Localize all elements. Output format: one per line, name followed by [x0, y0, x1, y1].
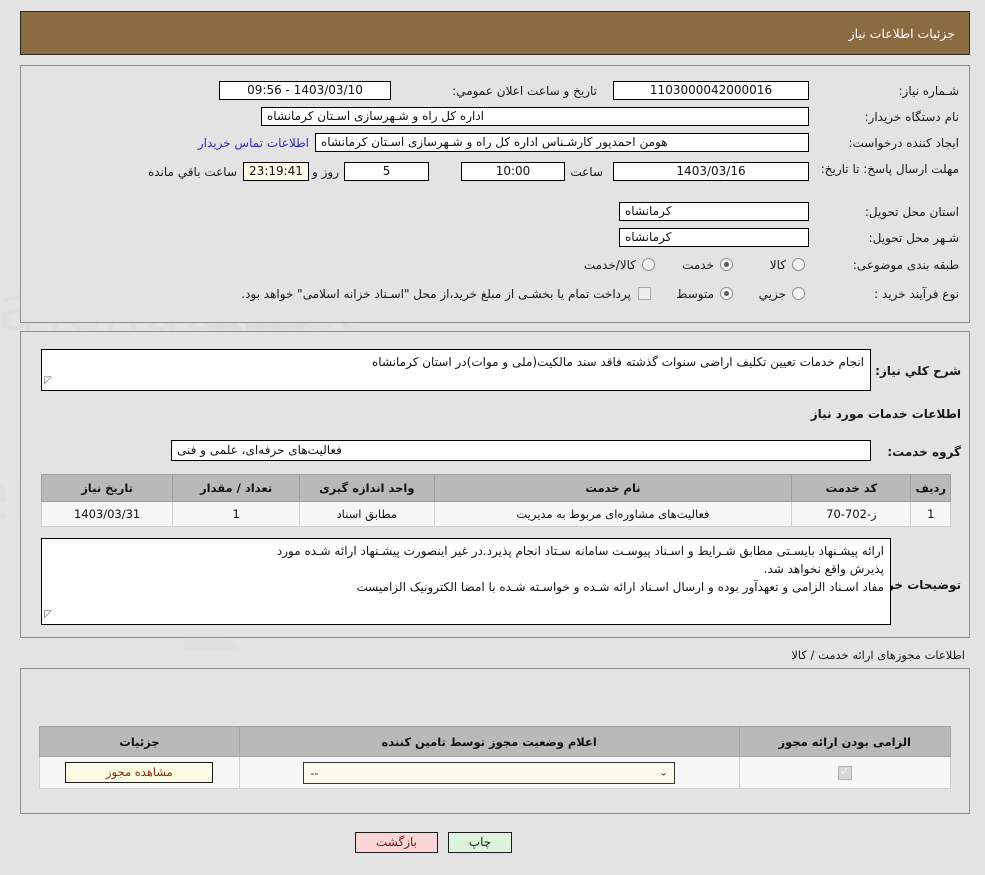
label-deadline: مهلت ارسال پاسخ: تا تاریخ: [820, 162, 959, 176]
checkbox-treasury-bonds[interactable] [638, 287, 651, 300]
label-public-announce: تاریخ و ساعت اعلان عمومي: [452, 84, 597, 98]
th-row-index: ردیف [910, 474, 951, 502]
buyer-notes-line-3: مفاد اسـناد الزامی و تعهدآور بوده و ارسا… [356, 580, 884, 594]
field-buyer-org[interactable]: اداره کل راه و شـهرسازی اسـتان کرمانشاه [261, 107, 809, 126]
cell-unit: مطابق اسناد [298, 501, 435, 527]
radio-label-category-kala-khedmat: کالا/خدمت [583, 258, 636, 272]
label-hour: ساعت [570, 165, 603, 179]
label-treasury-bonds: پرداخت تمام یا بخشـی از مبلغ خرید،از محل… [241, 287, 631, 301]
cell-permit-status: ⌄ -- [238, 756, 740, 789]
buyer-notes-line-2: پذیرش واقع نخواهد شد. [763, 562, 884, 576]
resize-grip-icon[interactable]: ◹ [44, 606, 52, 624]
label-delivery-city: شـهر محل تحویل: [868, 231, 959, 245]
radio-category-kala[interactable] [792, 258, 805, 271]
need-description-text: انجام خدمات تعیین تکلیف اراضی سنوات گذشت… [372, 355, 864, 369]
label-need-number: شـماره نیاز: [898, 84, 959, 98]
label-day-and: روز و [312, 165, 339, 179]
buyer-notes-textarea[interactable]: ارائه پیشـنهاد بایسـتی مطابق شـرایط و اس… [41, 538, 891, 625]
services-table-header-row: ردیف کد خدمت نام خدمت واحد اندازه گیری ت… [40, 474, 951, 502]
label-service-group: گروه خدمت: [887, 445, 961, 459]
cell-need-date: 1403/03/31 [40, 501, 174, 527]
need-details-panel: شرح کلي نیاز: انجام خدمات تعیین تکلیف ار… [20, 331, 970, 638]
field-days-remaining[interactable]: 5 [344, 162, 429, 181]
label-category: طبقه بندی موضوعی: [852, 258, 959, 272]
services-info-heading: اطلاعات خدمات مورد نیاز [810, 407, 961, 421]
cell-quantity: 1 [172, 501, 300, 527]
table-row: 1 ز-702-70 فعالیت‌های مشاوره‌ای مربوط به… [40, 501, 951, 527]
resize-grip-icon[interactable]: ◹ [44, 372, 52, 390]
radio-label-purchase-motavaset: متوسط [676, 287, 714, 301]
label-delivery-province: استان محل تحویل: [864, 205, 959, 219]
cell-service-name: فعالیت‌های مشاوره‌ای مربوط به مدیریت [433, 501, 793, 527]
field-public-announce[interactable]: 1403/03/10 - 09:56 [219, 81, 391, 100]
field-need-number[interactable]: 1103000042000016 [613, 81, 809, 100]
view-permit-button[interactable]: مشاهده مجوز [65, 762, 214, 783]
permit-status-value: -- [310, 765, 319, 780]
radio-label-purchase-jozei: جزیي [758, 287, 786, 301]
permits-panel: الزامی بودن ارائه مجوز اعلام وضعیت مجوز … [20, 668, 970, 814]
field-request-creator[interactable]: هومن احمدپور کارشـناس اداره کل راه و شـه… [315, 133, 809, 152]
th-quantity: تعداد / مقدار [172, 474, 300, 502]
th-permit-required: الزامی بودن ارائه مجوز [738, 726, 951, 757]
th-service-code: کد خدمت [791, 474, 912, 502]
need-description-textarea[interactable]: انجام خدمات تعیین تکلیف اراضی سنوات گذشت… [41, 349, 871, 391]
permits-table: الزامی بودن ارائه مجوز اعلام وضعیت مجوز … [39, 726, 951, 789]
label-buyer-org: نام دستگاه خریدار: [864, 110, 960, 124]
permit-status-select[interactable]: ⌄ -- [303, 761, 676, 784]
th-need-date: تاریخ نیاز [40, 474, 174, 502]
field-delivery-province[interactable]: کرمانشاه [619, 202, 809, 221]
label-request-creator: ایجاد کننده درخواست: [848, 136, 959, 150]
field-deadline-time[interactable]: 10:00 [461, 162, 565, 181]
field-time-remaining: 23:19:41 [243, 162, 309, 181]
cell-row-index: 1 [910, 501, 951, 527]
th-service-name: نام خدمت [433, 474, 793, 502]
th-permit-status: اعلام وضعیت مجوز توسط تامین کننده [238, 726, 740, 757]
label-purchase-type: نوع فرآیند خرید : [874, 287, 959, 301]
radio-category-kala-khedmat[interactable] [642, 258, 655, 271]
buyer-contact-link[interactable]: اطلاعات تماس خریدار [198, 136, 309, 150]
page-title-bar: جزئیات اطلاعات نیاز [20, 11, 970, 55]
permit-row: ⌄ -- مشاهده مجوز [39, 756, 951, 789]
field-deadline-date[interactable]: 1403/03/16 [613, 162, 809, 181]
page-title: جزئیات اطلاعات نیاز [848, 25, 955, 41]
label-need-description: شرح کلي نیاز: [875, 364, 961, 378]
page-root: AnaTender.net AnaTender.net جزئیات اطلاع… [0, 0, 985, 875]
radio-label-category-kala: کالا [769, 258, 786, 272]
th-permit-details: جزئیات [39, 726, 240, 757]
radio-category-khedmat[interactable] [720, 258, 733, 271]
need-summary-panel: شـماره نیاز: 1103000042000016 تاریخ و سا… [20, 65, 970, 323]
back-button[interactable]: بازگشت [355, 832, 438, 853]
field-delivery-city[interactable]: کرمانشاه [619, 228, 809, 247]
print-button[interactable]: چاپ [448, 832, 512, 853]
radio-label-category-khedmat: خدمت [682, 258, 714, 272]
chevron-down-icon: ⌄ [658, 766, 669, 779]
label-hours-remaining: ساعت باقي مانده [147, 165, 237, 179]
permits-table-header-row: الزامی بودن ارائه مجوز اعلام وضعیت مجوز … [39, 726, 951, 757]
cell-permit-details: مشاهده مجوز [39, 756, 240, 789]
th-unit: واحد اندازه گیری [298, 474, 435, 502]
buyer-notes-line-1: ارائه پیشـنهاد بایسـتی مطابق شـرایط و اس… [276, 544, 884, 558]
cell-service-code: ز-702-70 [791, 501, 912, 527]
services-table: ردیف کد خدمت نام خدمت واحد اندازه گیری ت… [40, 474, 951, 527]
radio-purchase-jozei[interactable] [792, 287, 805, 300]
cell-permit-required [738, 756, 951, 789]
permit-required-checkbox [837, 764, 852, 780]
field-service-group[interactable]: فعالیت‌های حرفه‌ای، علمی و فنی [171, 440, 871, 461]
radio-purchase-motavaset[interactable] [720, 287, 733, 300]
permits-section-caption: اطلاعات مجوزهای ارائه خدمت / کالا [791, 648, 965, 662]
